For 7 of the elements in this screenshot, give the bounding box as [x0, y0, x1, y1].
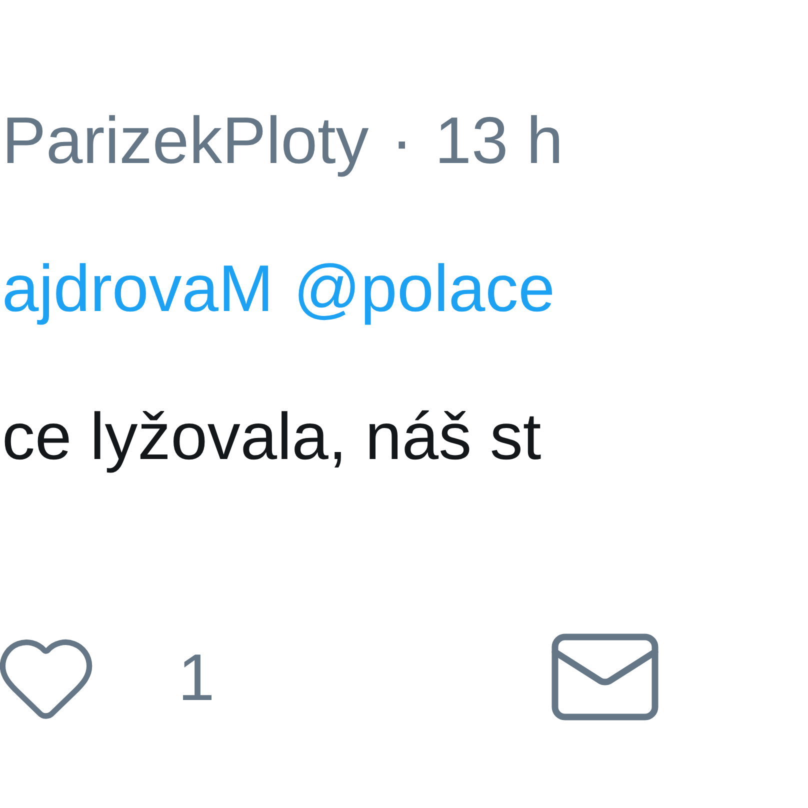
- mention-link[interactable]: @polace: [293, 240, 555, 336]
- author-name[interactable]: ParizekPloty: [2, 92, 369, 188]
- mention-link[interactable]: ajdrovaM: [2, 240, 274, 336]
- separator: ·: [390, 102, 413, 179]
- tweet-text: ce lyžovala, náš st: [2, 399, 542, 473]
- like-button[interactable]: 1: [2, 625, 215, 729]
- timestamp[interactable]: 13 h: [434, 92, 564, 188]
